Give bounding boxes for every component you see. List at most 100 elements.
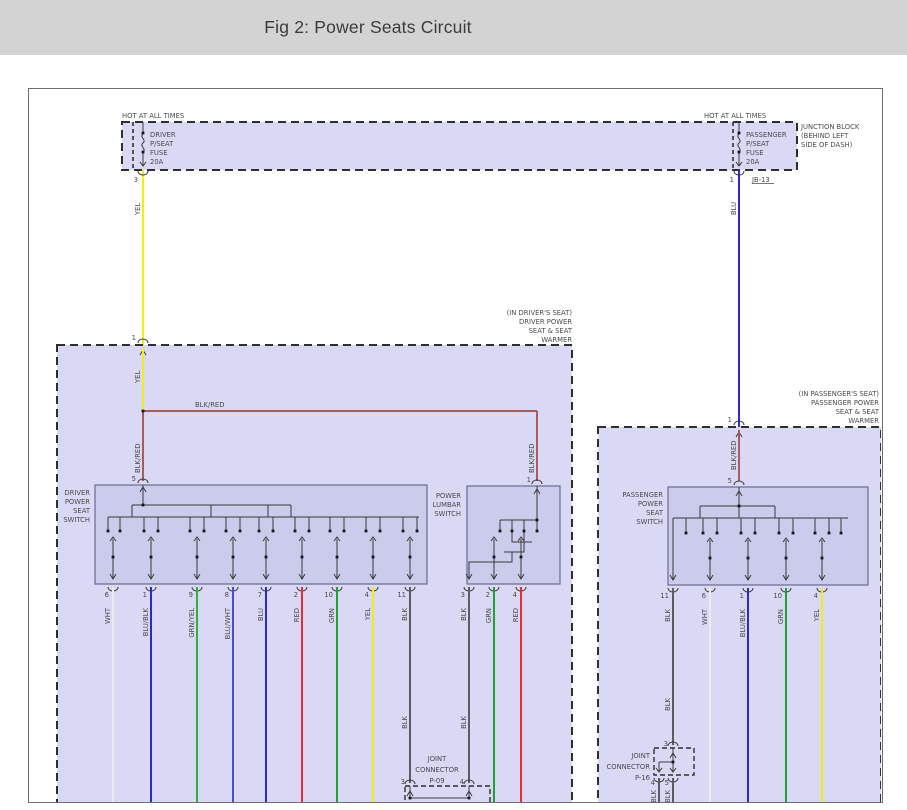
p16-out-wire-label-left: BLK [650, 789, 658, 802]
passenger-pin-1: 1 [740, 592, 744, 600]
driver-seat-note-line4: WARMER [541, 336, 572, 344]
lumbar-switch-entry-pin: 1 [527, 476, 531, 484]
passenger-switch-entry-pin: 5 [728, 477, 732, 485]
passenger-switch-name-line4: SWITCH [636, 518, 663, 526]
junction-block-note-line3: SIDE OF DASH) [801, 141, 853, 149]
wire-label-wht: WHT [104, 607, 112, 624]
passenger-seat-note-line4: WARMER [848, 417, 879, 425]
passenger-pin-10: 10 [773, 592, 782, 600]
driver-seat-note-line2: DRIVER POWER [519, 318, 572, 326]
wire-label-yel: YEL [364, 608, 372, 621]
lumbar-switch-name-line3: SWITCH [434, 510, 461, 518]
passenger-switch-box [668, 487, 868, 585]
driver-seat-assembly: (IN DRIVER'S SEAT) DRIVER POWER SEAT & S… [57, 309, 573, 810]
jb13-ref: JB-13 [751, 176, 770, 184]
driver-switch-name-line3: SEAT [73, 507, 91, 515]
driver-pin-10: 10 [324, 591, 333, 599]
driver-switch-name-line1: DRIVER [64, 489, 90, 497]
driver-feed-pin: 3 [134, 176, 138, 184]
blkred-driver-vertical-label: BLK/RED [134, 444, 142, 473]
wire-label-blk-passenger: BLK [664, 608, 672, 621]
driver-pin-8: 8 [225, 591, 229, 599]
lumbar-switch-name-line2: LUMBAR [433, 501, 462, 509]
p16-name-line3: P-16 [635, 774, 650, 782]
wire-label-blu: BLU [257, 608, 265, 621]
wire-label-blk-lumbar: BLK [460, 607, 468, 620]
wire-label-grn-passenger: GRN [777, 609, 785, 624]
driver-fuse-label-line4: 20A [150, 158, 164, 166]
passenger-seat-assembly: (IN PASSENGER'S SEAT) PASSENGER POWER SE… [598, 390, 881, 810]
hot-at-all-times-right: HOT AT ALL TIMES [704, 112, 766, 120]
lumbar-pin-3: 3 [461, 591, 465, 599]
p16-pin-3: 3 [664, 740, 668, 748]
lumbar-switch-box [467, 486, 560, 584]
driver-switch-box [95, 485, 427, 584]
driver-fuse-label-line2: P/SEAT [150, 140, 174, 148]
blkred-horizontal-label: BLK/RED [195, 401, 224, 409]
lumbar-switch-name-line1: POWER [436, 492, 461, 500]
wire-label-blublk-passenger: BLU/BLK [739, 608, 747, 637]
passenger-seat-note-line2: PASSENGER POWER [811, 399, 879, 407]
p09-name-line3: P-09 [429, 777, 444, 785]
blkred-lumbar-vertical-label: BLK/RED [528, 444, 536, 473]
junction-block: HOT AT ALL TIMES HOT AT ALL TIMES JUNCTI… [122, 112, 860, 170]
passenger-switch-name-line2: POWER [638, 500, 663, 508]
p16-wire-label-top: BLK [664, 697, 672, 710]
p09-wire-label-right: BLK [460, 715, 468, 728]
driver-seat-entry-pin: 1 [132, 334, 136, 342]
passenger-switch-name-line1: PASSENGER [622, 491, 663, 499]
driver-pin-1: 1 [143, 591, 147, 599]
passenger-fuse-label-line4: 20A [746, 158, 760, 166]
junction-block-note-line1: JUNCTION BLOCK [800, 123, 860, 131]
p16-pin-4: 4 [651, 779, 655, 787]
passenger-seat-entry-pin: 1 [728, 416, 732, 424]
driver-seat-note-line1: (IN DRIVER'S SEAT) [507, 309, 573, 317]
passenger-fuse-label-line1: PASSENGER [746, 131, 787, 139]
junction-block-box [122, 122, 797, 170]
wire-label-yel-passenger: YEL [813, 609, 821, 622]
driver-switch-name-line4: SWITCH [63, 516, 90, 524]
wire-label-blublk: BLU/BLK [142, 607, 150, 636]
lumbar-pin-4: 4 [513, 591, 517, 599]
passenger-blkred-label: BLK/RED [730, 441, 738, 470]
hot-at-all-times-left: HOT AT ALL TIMES [122, 112, 184, 120]
p09-wire-label-left: BLK [401, 715, 409, 728]
p09-pin-3: 3 [401, 778, 405, 786]
driver-fuse-label-line1: DRIVER [150, 131, 176, 139]
wire-label-grn-lumbar: GRN [485, 608, 493, 623]
diagram-canvas: HOT AT ALL TIMES HOT AT ALL TIMES JUNCTI… [0, 0, 907, 810]
driver-seat-note-line3: SEAT & SEAT [529, 327, 573, 335]
p16-name-line1: JOINT [630, 752, 650, 760]
driver-fuse-label-line3: FUSE [150, 149, 168, 157]
passenger-switch-name-line3: SEAT [646, 509, 664, 517]
driver-pin-4: 4 [365, 591, 369, 599]
driver-switch-entry-pin: 5 [132, 475, 136, 483]
driver-switch-name-line2: POWER [65, 498, 90, 506]
passenger-pin-6: 6 [702, 592, 706, 600]
p16-out-wire-label-right: BLK [664, 789, 672, 802]
p09-name-line1: JOINT [427, 755, 447, 763]
junction-block-note-line2: (BEHIND LEFT [801, 132, 849, 140]
p16-name-line2: CONNECTOR [606, 763, 650, 771]
driver-pin-9: 9 [189, 591, 193, 599]
driver-feed-wire-label: YEL [134, 203, 142, 216]
passenger-seat-note-line1: (IN PASSENGER'S SEAT) [799, 390, 880, 398]
wire-label-blk: BLK [401, 607, 409, 620]
driver-inner-wire-label: YEL [134, 371, 142, 384]
wire-label-grnyel: GRN/YEL [188, 608, 196, 638]
wiring-diagram-svg: HOT AT ALL TIMES HOT AT ALL TIMES JUNCTI… [0, 0, 907, 810]
wire-label-bluwht: BLU/WHT [224, 607, 232, 639]
p09-pin-4: 4 [460, 778, 464, 786]
wire-label-red: RED [293, 608, 301, 622]
passenger-pin-4: 4 [814, 592, 818, 600]
passenger-feed-wire-label: BLU [730, 202, 738, 215]
lumbar-pin-2: 2 [486, 591, 490, 599]
driver-pin-6: 6 [105, 591, 109, 599]
passenger-feed-pin: 1 [730, 176, 734, 184]
passenger-fuse-label-line3: FUSE [746, 149, 764, 157]
page: Fig 2: Power Seats Circuit HOT AT ALL TI… [0, 0, 907, 810]
wire-label-grn: GRN [328, 608, 336, 623]
wire-label-red-lumbar: RED [512, 608, 520, 622]
p16-pin-5: 5 [665, 779, 669, 787]
p09-name-line2: CONNECTOR [415, 766, 459, 774]
